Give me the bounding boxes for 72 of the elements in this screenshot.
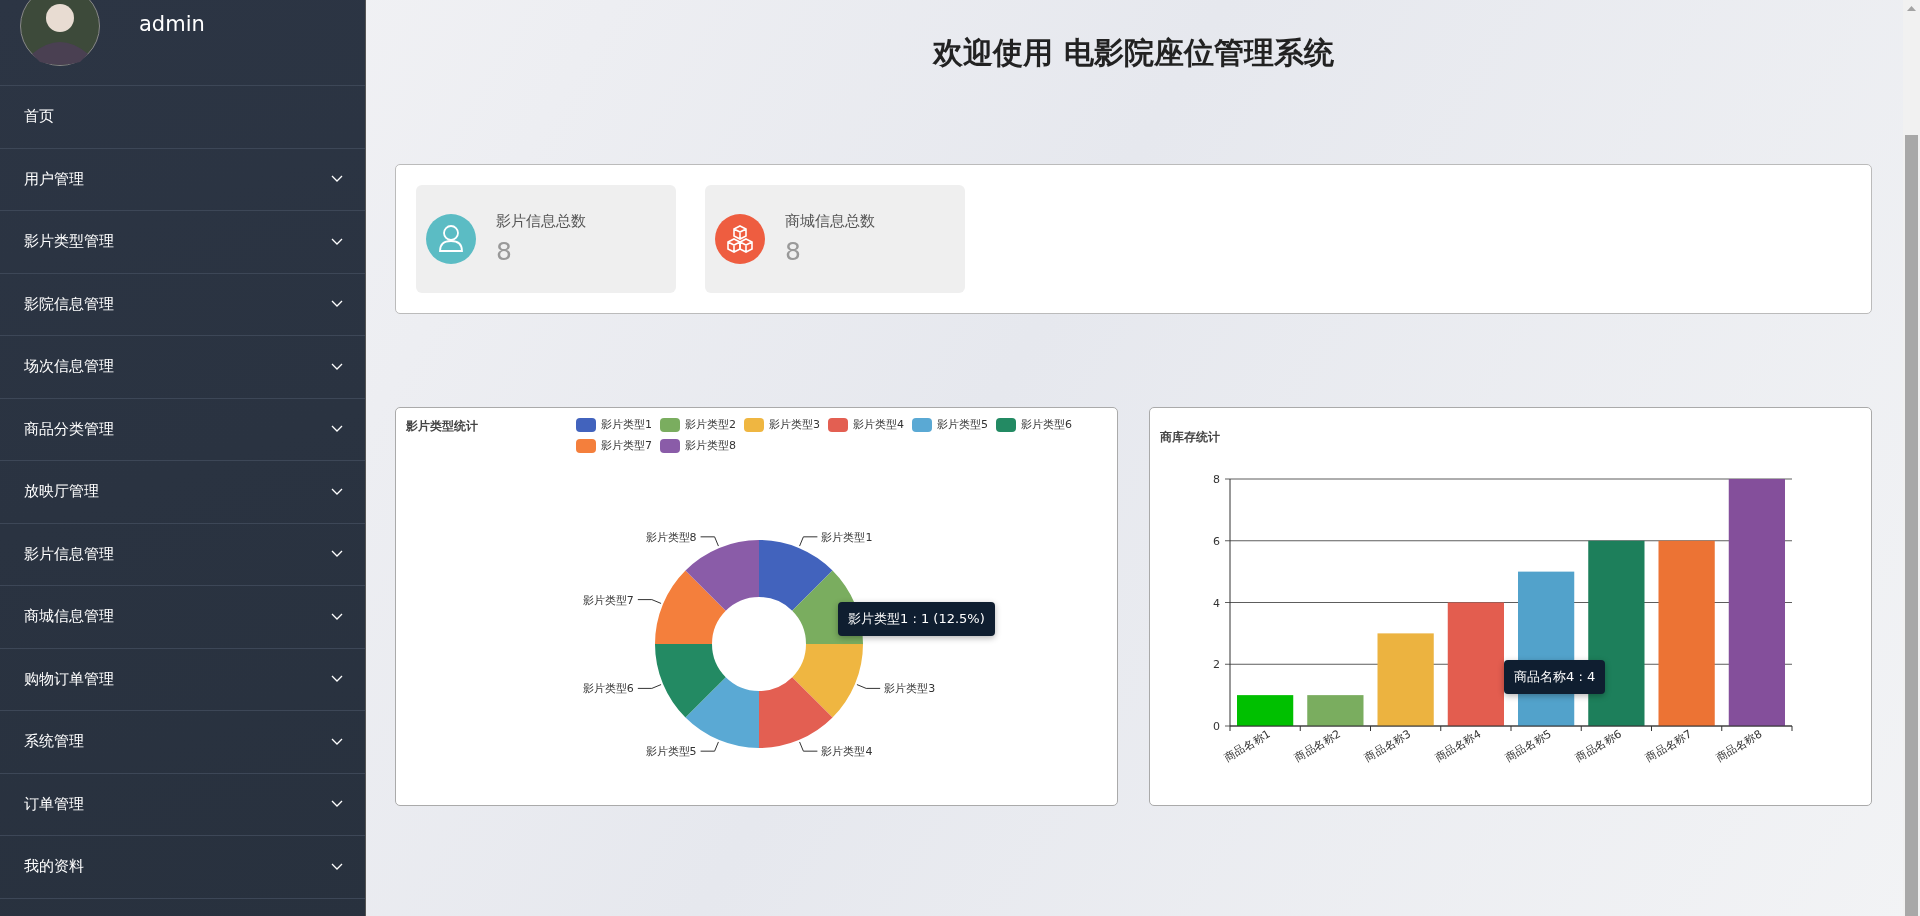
tooltip: 影片类型1 : 1 (12.5%)	[838, 602, 995, 636]
nav-item[interactable]: 影片类型管理	[0, 211, 365, 274]
stat-value: 8	[785, 237, 802, 266]
nav-item[interactable]: 系统管理	[0, 711, 365, 774]
axis-label: 商品名称4	[1432, 727, 1484, 765]
leader-line	[799, 741, 818, 752]
axis-label: 商品名称2	[1292, 727, 1343, 765]
legend-item[interactable]: 影片类型5	[912, 417, 988, 432]
chevron-down-icon	[331, 675, 343, 684]
axis-label: 商品名称7	[1643, 727, 1695, 765]
nav-item[interactable]: 商城信息管理	[0, 586, 365, 649]
chevron-down-icon	[331, 425, 343, 434]
axis-label: 4	[1213, 596, 1220, 610]
slice-label: 影片类型3	[884, 682, 936, 696]
legend-item[interactable]: 影片类型4	[828, 417, 904, 432]
chevron-down-icon	[331, 362, 343, 371]
axis-label: 8	[1213, 473, 1220, 486]
chevron-down-icon	[331, 175, 343, 184]
axis-label: 商品名称3	[1362, 727, 1414, 765]
slice-label: 影片类型7	[582, 593, 634, 607]
nav-item[interactable]: 商品分类管理	[0, 398, 365, 461]
nav-item[interactable]: 购物订单管理	[0, 648, 365, 711]
axis-label: 6	[1213, 534, 1220, 548]
leader-line	[700, 536, 719, 547]
leader-line	[637, 684, 662, 689]
stat-label: 影片信息总数	[496, 212, 586, 231]
legend-item[interactable]: 影片类型2	[660, 417, 736, 432]
axis-label: 商品名称6	[1573, 727, 1624, 765]
legend-item[interactable]: 影片类型6	[996, 417, 1072, 432]
axis-label: 2	[1213, 658, 1220, 672]
chevron-down-icon	[331, 487, 343, 496]
chart-title: 影片类型统计	[406, 418, 479, 435]
leader-line	[700, 741, 719, 752]
bar[interactable]	[1588, 540, 1645, 726]
axis-label: 0	[1213, 720, 1220, 733]
legend-item[interactable]: 影片类型3	[744, 417, 820, 432]
legend-item[interactable]: 影片类型7	[576, 438, 652, 453]
legend-item[interactable]: 影片类型1	[576, 417, 652, 432]
user-name: admin	[139, 12, 205, 36]
chevron-down-icon	[331, 550, 343, 559]
avatar-icon	[20, 0, 100, 66]
nav-item[interactable]: 影片信息管理	[0, 523, 365, 586]
legend-item[interactable]: 影片类型8	[660, 438, 736, 453]
leader-line	[637, 599, 662, 604]
slice-label: 影片类型6	[582, 682, 634, 696]
tooltip: 商品名称4 : 4	[1504, 660, 1606, 694]
nav-item[interactable]: 我的资料	[0, 836, 365, 899]
stat-value: 8	[496, 237, 513, 266]
chevron-down-icon	[331, 737, 343, 746]
chart-title: 商库存统计	[1160, 429, 1221, 446]
slice-label: 影片类型1	[821, 530, 873, 544]
nav-item[interactable]: 放映厅管理	[0, 461, 365, 524]
nav-item[interactable]: 订单管理	[0, 773, 365, 836]
chevron-down-icon	[331, 612, 343, 621]
chevron-down-icon	[331, 800, 343, 809]
chevron-down-icon	[331, 300, 343, 309]
nav-item[interactable]: 用户管理	[0, 148, 365, 211]
slice-label: 影片类型5	[645, 745, 697, 759]
axis-label: 商品名称1	[1221, 727, 1273, 765]
leader-line	[799, 536, 818, 547]
axis-label: 商品名称5	[1502, 727, 1554, 765]
page-title: 欢迎使用 电影院座位管理系统	[931, 34, 1335, 72]
slice-label: 影片类型4	[821, 745, 873, 759]
axis-label: 商品名称8	[1713, 727, 1765, 765]
nav-item[interactable]: 首页	[0, 86, 365, 149]
chevron-down-icon	[331, 237, 343, 246]
chevron-down-icon	[331, 862, 343, 871]
nav-item[interactable]: 场次信息管理	[0, 336, 365, 399]
nav-item[interactable]: 影院信息管理	[0, 273, 365, 336]
stat-label: 商城信息总数	[785, 212, 875, 231]
leader-line	[856, 684, 881, 689]
slice-label: 影片类型8	[645, 530, 697, 544]
